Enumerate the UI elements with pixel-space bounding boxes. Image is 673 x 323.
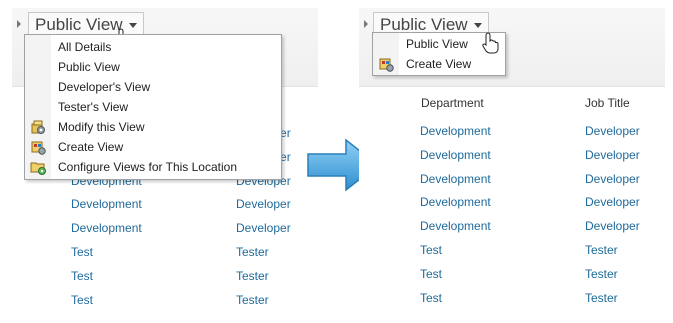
table-cell-job[interactable]: Tester [585,267,618,281]
table-cell-department[interactable]: Development [420,148,491,162]
table-cell-department[interactable]: Development [420,195,491,209]
view-dropdown-menu: All Details Public View Developer's View… [24,34,282,180]
column-header-job-title[interactable]: Job Title [585,96,630,110]
table-cell-department[interactable]: Test [420,291,442,305]
table-cell-job[interactable]: Developer [236,197,291,211]
menu-item-all-details[interactable]: All Details [25,37,281,57]
table-cell-job[interactable]: Developer [585,124,640,138]
menu-item-configure-views[interactable]: Configure Views for This Location [25,157,281,177]
chevron-down-icon [473,23,482,29]
menu-item-label: Create View [58,140,124,154]
table-cell-department[interactable]: Test [71,269,93,283]
table-cell-job[interactable]: Tester [585,291,618,305]
table-cell-department[interactable]: Development [71,197,142,211]
table-cell-department[interactable]: Development [420,124,491,138]
menu-item-label: Configure Views for This Location [58,160,237,174]
table-cell-department[interactable]: Development [420,219,491,233]
view-selector-label: Public View [35,15,123,34]
menu-item-label: Create View [406,57,472,71]
menu-item-modify-view[interactable]: Modify this View [25,117,281,137]
expand-triangle-icon[interactable] [17,20,21,28]
create-view-icon [31,141,46,155]
table-cell-department[interactable]: Test [71,293,93,307]
table-cell-job[interactable]: Tester [236,245,269,259]
right-panel: Public View Public View Create View Depa… [359,8,665,314]
table-cell-job[interactable]: Tester [236,269,269,283]
column-header-department[interactable]: Department [421,96,484,110]
table-cell-department[interactable]: Development [71,221,142,235]
table-cell-department[interactable]: Development [420,172,491,186]
table-cell-job[interactable]: Developer [236,221,291,235]
menu-item-create-view[interactable]: Create View [25,137,281,157]
menu-item-label: Public View [406,37,468,51]
table-cell-department[interactable]: Test [420,243,442,257]
table-cell-department[interactable]: Test [420,267,442,281]
table-cell-job[interactable]: Developer [585,148,640,162]
menu-item-label: Public View [58,60,120,74]
menu-item-label: Developer's View [58,80,151,94]
menu-item-public-view[interactable]: Public View [25,57,281,77]
table-cell-job[interactable]: Developer [585,219,640,233]
modify-view-icon [31,120,45,134]
left-panel: Public View e Developer Developer Develo… [12,8,318,314]
menu-item-label: Tester's View [58,100,129,114]
menu-item-label: All Details [58,40,112,54]
table-cell-department[interactable]: Test [71,245,93,259]
table-cell-job[interactable]: Tester [236,293,269,307]
table-cell-job[interactable]: Tester [585,243,618,257]
create-view-icon [379,58,394,72]
table-cell-job[interactable]: Developer [585,172,640,186]
expand-triangle-icon[interactable] [364,20,368,28]
configure-views-icon [30,162,46,175]
menu-item-create-view[interactable]: Create View [373,54,505,74]
menu-item-developers-view[interactable]: Developer's View [25,77,281,97]
menu-item-label: Modify this View [58,120,145,134]
hand-cursor-icon [482,32,499,54]
table-cell-job[interactable]: Developer [585,195,640,209]
menu-item-testers-view[interactable]: Tester's View [25,97,281,117]
